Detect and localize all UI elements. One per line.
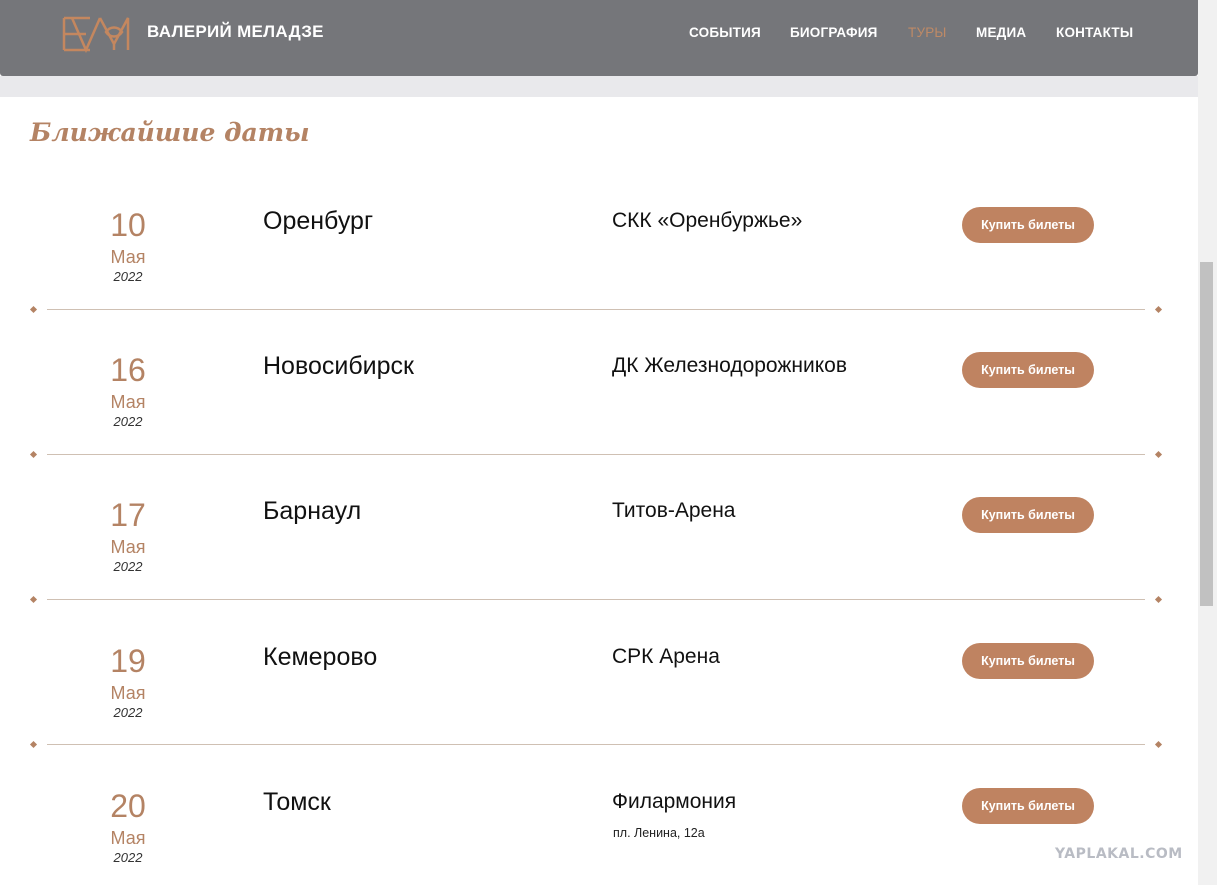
divider-diamond-icon: [1154, 740, 1163, 749]
divider-line: [47, 599, 1145, 600]
event-day: 19: [110, 643, 146, 679]
event-year: 2022: [113, 269, 143, 284]
row-divider: [29, 740, 1163, 750]
divider-diamond-icon: [1154, 450, 1163, 459]
event-month: Мая: [110, 683, 146, 703]
divider-line: [47, 454, 1145, 455]
event-row: 19 Мая 2022 Кемерово СРК Арена Купить би…: [0, 643, 1198, 788]
event-venue: СКК «Оренбуржье»: [612, 209, 803, 232]
buy-tickets-button[interactable]: Купить билеты: [962, 352, 1094, 388]
buy-tickets-button[interactable]: Купить билеты: [962, 207, 1094, 243]
buy-tickets-button[interactable]: Купить билеты: [962, 497, 1094, 533]
event-month: Мая: [110, 828, 146, 848]
event-month: Мая: [110, 537, 146, 557]
event-venue: Титов-Арена: [612, 499, 736, 522]
event-year: 2022: [113, 850, 143, 865]
event-city: Кемерово: [263, 643, 378, 671]
nav-item-tours[interactable]: ТУРЫ: [908, 25, 947, 40]
event-city: Новосибирск: [263, 352, 414, 380]
event-row: 17 Мая 2022 Барнаул Титов-Арена Купить б…: [0, 497, 1198, 642]
buy-tickets-button[interactable]: Купить билеты: [962, 643, 1094, 679]
event-row: 16 Мая 2022 Новосибирск ДК Железнодорожн…: [0, 352, 1198, 497]
event-day: 20: [110, 788, 146, 824]
site-header: ВАЛЕРИЙ МЕЛАДЗЕ СОБЫТИЯ БИОГРАФИЯ ТУРЫ М…: [0, 0, 1198, 76]
event-month: Мая: [110, 247, 146, 267]
event-city: Томск: [263, 788, 331, 816]
page: ВАЛЕРИЙ МЕЛАДЗЕ СОБЫТИЯ БИОГРАФИЯ ТУРЫ М…: [0, 0, 1198, 885]
row-divider: [29, 305, 1163, 315]
nav-item-events[interactable]: СОБЫТИЯ: [689, 25, 761, 40]
event-venue: ДК Железнодорожников: [612, 354, 848, 377]
event-month: Мая: [110, 392, 146, 412]
buy-tickets-button[interactable]: Купить билеты: [962, 788, 1094, 824]
divider-diamond-icon: [1154, 595, 1163, 604]
divider-diamond-icon: [29, 305, 38, 314]
event-day: 17: [110, 497, 146, 533]
event-venue: Филармония: [612, 790, 737, 813]
event-row: 10 Мая 2022 Оренбург СКК «Оренбуржье» Ку…: [0, 207, 1198, 352]
divider-line: [47, 309, 1145, 310]
event-day: 10: [110, 207, 146, 243]
event-city: Барнаул: [263, 497, 362, 525]
divider-diamond-icon: [29, 450, 38, 459]
main-nav: СОБЫТИЯ БИОГРАФИЯ ТУРЫ МЕДИА КОНТАКТЫ: [0, 25, 1198, 45]
page-scrollbar[interactable]: [1198, 0, 1217, 885]
nav-item-media[interactable]: МЕДИА: [976, 25, 1026, 40]
event-day: 16: [110, 352, 146, 388]
event-year: 2022: [113, 414, 143, 429]
event-venue: СРК Арена: [612, 645, 720, 668]
row-divider: [29, 595, 1163, 605]
event-year: 2022: [113, 705, 143, 720]
divider-diamond-icon: [29, 595, 38, 604]
event-year: 2022: [113, 559, 143, 574]
scrollbar-thumb[interactable]: [1200, 262, 1213, 606]
section-title: Ближайшие даты: [30, 118, 310, 147]
nav-item-contacts[interactable]: КОНТАКТЫ: [1056, 25, 1133, 40]
nav-item-biography[interactable]: БИОГРАФИЯ: [790, 25, 878, 40]
divider-diamond-icon: [1154, 305, 1163, 314]
row-divider: [29, 450, 1163, 460]
header-spacer: [0, 76, 1198, 97]
event-address: пл. Ленина, 12а: [613, 826, 705, 840]
divider-line: [47, 744, 1145, 745]
event-city: Оренбург: [263, 207, 374, 235]
event-row: 20 Мая 2022 Томск Филармония пл. Ленина,…: [0, 788, 1198, 885]
divider-diamond-icon: [29, 740, 38, 749]
watermark: YAPLAKAL.COM: [1055, 846, 1183, 862]
